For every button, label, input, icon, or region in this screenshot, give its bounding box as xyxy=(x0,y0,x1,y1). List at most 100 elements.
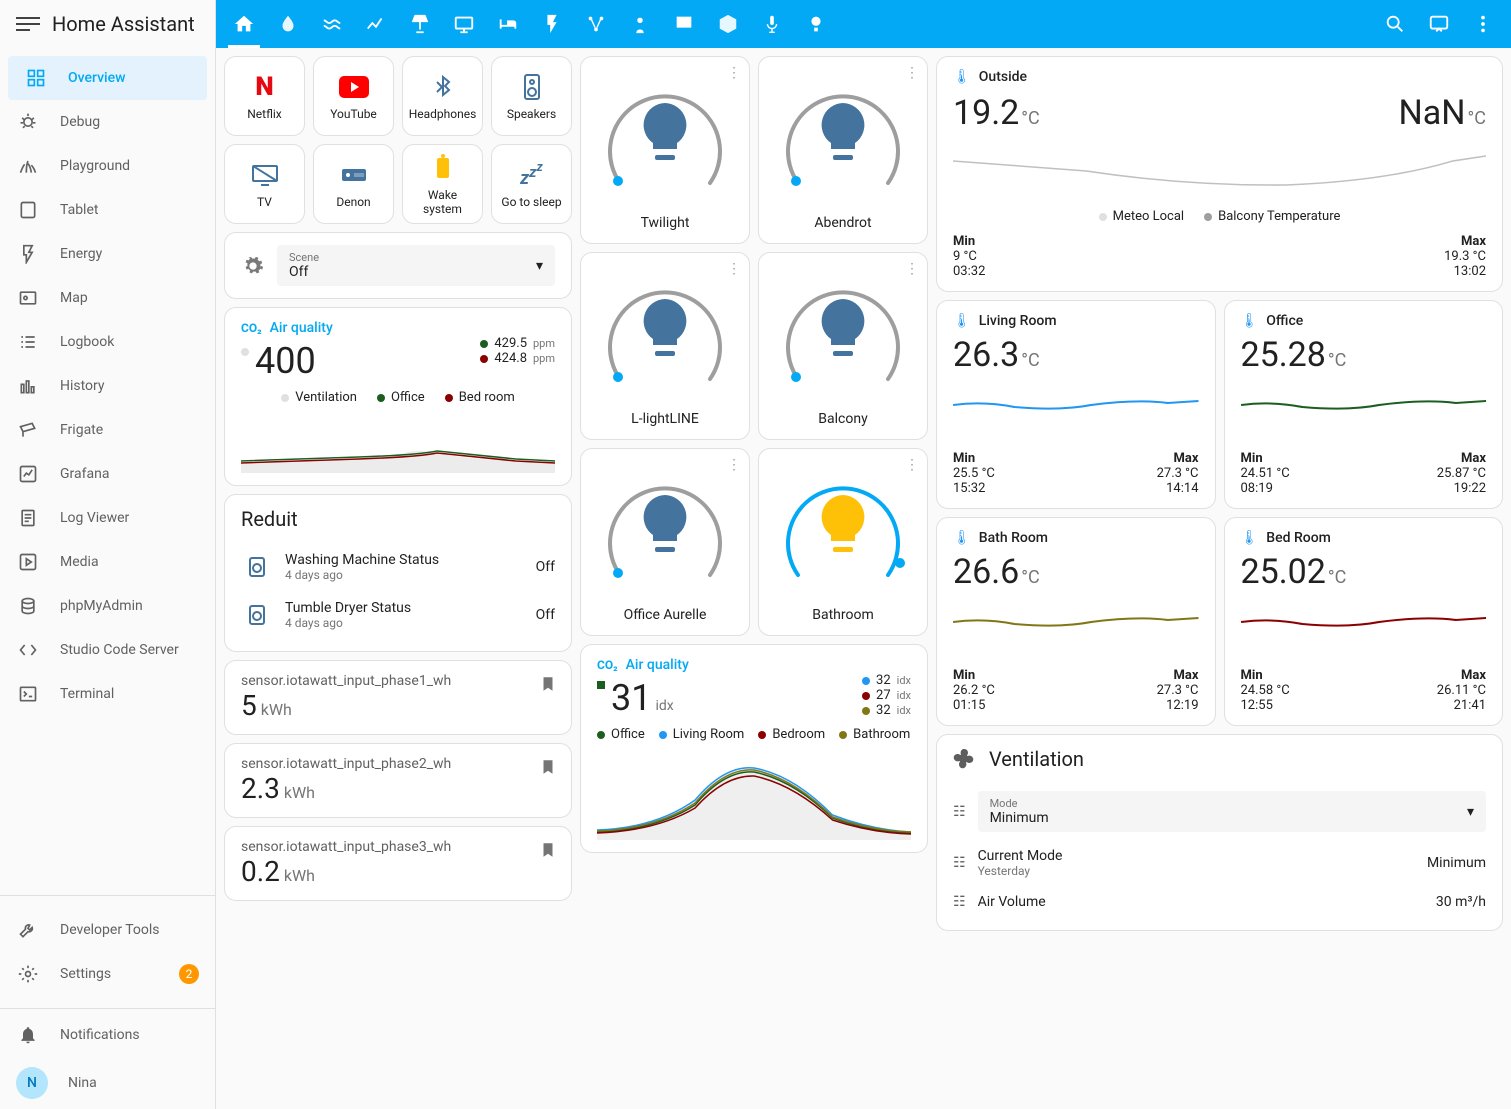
launch-wake-system[interactable]: Wake system xyxy=(402,144,483,224)
sidebar-item-media[interactable]: Media xyxy=(0,540,215,584)
light-name: Office Aurelle xyxy=(624,607,707,623)
tab-cube[interactable] xyxy=(708,0,748,48)
entity-row[interactable]: Washing Machine Status4 days agoOff xyxy=(241,543,555,591)
sidebar-item-developer-tools[interactable]: Developer Tools xyxy=(0,908,215,952)
tab-tv[interactable] xyxy=(444,0,484,48)
temp-card-bath-room[interactable]: 🌡Bath Room 26.6°C Min26.2 °C01:15 Max27.… xyxy=(936,517,1216,726)
flash-icon xyxy=(16,242,40,266)
sidebar-item-playground[interactable]: Playground xyxy=(0,144,215,188)
sidebar-item-log-viewer[interactable]: Log Viewer xyxy=(0,496,215,540)
sensor-card[interactable]: sensor.iotawatt_input_phase2_wh2.3kWh xyxy=(224,743,572,818)
light-balcony[interactable]: ⋮ Balcony xyxy=(758,252,928,440)
launch-netflix[interactable]: NNetflix xyxy=(224,56,305,136)
sidebar-item-studio-code-server[interactable]: Studio Code Server xyxy=(0,628,215,672)
ventilation-row[interactable]: ☷Current ModeYesterdayMinimum xyxy=(953,840,1486,886)
dashboard-content: NNetflixYouTubeHeadphonesSpeakers TVDenon… xyxy=(216,48,1511,1109)
ventilation-row[interactable]: ☷Air Volume30 m³/h xyxy=(953,886,1486,918)
dot-icon xyxy=(758,731,766,739)
tab-lamp[interactable] xyxy=(400,0,440,48)
sidebar-item-label: phpMyAdmin xyxy=(60,598,143,614)
dot-icon xyxy=(862,692,870,700)
main: NNetflixYouTubeHeadphonesSpeakers TVDenon… xyxy=(216,0,1511,1109)
cctv-icon xyxy=(16,418,40,442)
launch-speakers[interactable]: Speakers xyxy=(491,56,572,136)
temp-value: 26.6 xyxy=(953,552,1019,592)
thermometer-icon: 🌡 xyxy=(1241,530,1259,546)
scene-select[interactable]: Scene Off ▾ xyxy=(277,245,555,286)
sensor-card[interactable]: sensor.iotawatt_input_phase1_wh5kWh xyxy=(224,660,572,735)
light-twilight[interactable]: ⋮ Twilight xyxy=(580,56,750,244)
light-bathroom[interactable]: ⋮ Bathroom xyxy=(758,448,928,636)
light-ring[interactable] xyxy=(778,269,908,399)
tab-water[interactable] xyxy=(268,0,308,48)
menu-toggle-icon[interactable] xyxy=(16,12,40,36)
sidebar-item-history[interactable]: History xyxy=(0,364,215,408)
more-button[interactable] xyxy=(1463,0,1503,48)
temp-card-bed-room[interactable]: 🌡Bed Room 25.02°C Min24.58 °C12:55 Max26… xyxy=(1224,517,1504,726)
legend-label: Ventilation xyxy=(295,390,357,405)
temp-card-living-room[interactable]: 🌡Living Room 26.3°C Min25.5 °C15:32 Max2… xyxy=(936,300,1216,509)
sensor-value: 0.2 xyxy=(241,855,280,888)
tab-camera[interactable] xyxy=(796,0,836,48)
tab-bed[interactable] xyxy=(488,0,528,48)
gear-icon[interactable] xyxy=(241,254,265,278)
light-name: Balcony xyxy=(818,411,867,427)
sidebar-items: OverviewDebugPlaygroundTabletEnergyMapLo… xyxy=(0,48,215,891)
launch-youtube[interactable]: YouTube xyxy=(313,56,394,136)
tab-flash[interactable] xyxy=(532,0,572,48)
topbar xyxy=(216,0,1511,48)
ventilation-mode-select[interactable]: Mode Minimum ▾ xyxy=(978,791,1486,832)
temp-card-office[interactable]: 🌡Office 25.28°C Min24.51 °C08:19 Max25.8… xyxy=(1224,300,1504,509)
light-ring[interactable] xyxy=(778,465,908,595)
sidebar-item-grafana[interactable]: Grafana xyxy=(0,452,215,496)
user-avatar: N xyxy=(16,1067,48,1099)
entity-row[interactable]: Tumble Dryer Status4 days agoOff xyxy=(241,591,555,639)
sidebar-item-frigate[interactable]: Frigate xyxy=(0,408,215,452)
dot-icon xyxy=(480,355,488,363)
sidebar-item-phpmyadmin[interactable]: phpMyAdmin xyxy=(0,584,215,628)
co2-icon: CO₂ xyxy=(241,321,262,335)
entity-sub: 4 days ago xyxy=(285,568,524,582)
dot-icon xyxy=(597,731,605,739)
tab-mic[interactable] xyxy=(752,0,792,48)
tab-home[interactable] xyxy=(224,0,264,48)
light-ring[interactable] xyxy=(600,465,730,595)
sidebar-item-logbook[interactable]: Logbook xyxy=(0,320,215,364)
launch-headphones[interactable]: Headphones xyxy=(402,56,483,136)
light-ring[interactable] xyxy=(600,269,730,399)
sidebar-item-terminal[interactable]: Terminal xyxy=(0,672,215,716)
air-quality-card-1: CO₂ Air quality 400 429.5ppm424.8ppm Ven… xyxy=(224,307,572,486)
launch-go-to-sleep[interactable]: zzzGo to sleep xyxy=(491,144,572,224)
sidebar-item-map[interactable]: Map xyxy=(0,276,215,320)
tab-waves[interactable] xyxy=(312,0,352,48)
sidebar-user[interactable]: N Nina xyxy=(0,1057,215,1109)
light-l-lightline[interactable]: ⋮ L-lightLINE xyxy=(580,252,750,440)
light-office-aurelle[interactable]: ⋮ Office Aurelle xyxy=(580,448,750,636)
legend-value: 27 xyxy=(876,688,891,703)
tablet-icon xyxy=(16,198,40,222)
air-quality-card-2: CO₂ Air quality 31 idx 32idx27idx32idx O… xyxy=(580,644,928,853)
sidebar-notifications[interactable]: Notifications xyxy=(0,1013,215,1057)
light-ring[interactable] xyxy=(600,73,730,203)
sidebar-item-settings[interactable]: Settings2 xyxy=(0,952,215,996)
tab-hub[interactable] xyxy=(576,0,616,48)
launch-denon[interactable]: Denon xyxy=(313,144,394,224)
temp-chart xyxy=(1241,600,1487,660)
sidebar-item-tablet[interactable]: Tablet xyxy=(0,188,215,232)
sidebar-item-label: Settings xyxy=(60,966,111,982)
sidebar-item-energy[interactable]: Energy xyxy=(0,232,215,276)
sidebar-item-debug[interactable]: Debug xyxy=(0,100,215,144)
sensor-card[interactable]: sensor.iotawatt_input_phase3_wh0.2kWh xyxy=(224,826,572,901)
tab-flower[interactable] xyxy=(620,0,660,48)
tab-monitor[interactable] xyxy=(664,0,704,48)
sidebar-item-overview[interactable]: Overview xyxy=(8,56,207,100)
notifications-label: Notifications xyxy=(60,1027,140,1043)
light-name: Abendrot xyxy=(814,215,871,231)
tab-chart[interactable] xyxy=(356,0,396,48)
light-ring[interactable] xyxy=(778,73,908,203)
light-abendrot[interactable]: ⋮ Abendrot xyxy=(758,56,928,244)
assist-button[interactable] xyxy=(1419,0,1459,48)
wrench-icon xyxy=(16,918,40,942)
launch-tv[interactable]: TV xyxy=(224,144,305,224)
search-button[interactable] xyxy=(1375,0,1415,48)
